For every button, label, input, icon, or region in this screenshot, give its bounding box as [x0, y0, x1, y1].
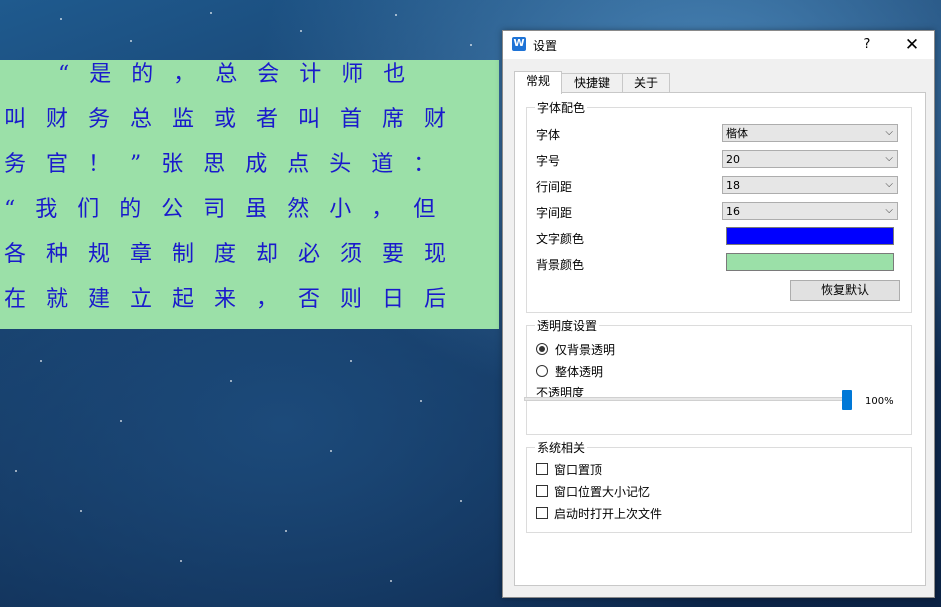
- reader-line: “是的，总会计师也: [4, 62, 426, 87]
- stay-on-top-label[interactable]: 窗口置顶: [554, 461, 602, 478]
- tab-general[interactable]: 常规: [514, 71, 562, 94]
- font-label: 字体: [536, 128, 561, 142]
- tab-shortcuts[interactable]: 快捷键: [561, 73, 623, 93]
- line-spacing-value: 18: [726, 179, 740, 192]
- open-last-file-label[interactable]: 启动时打开上次文件: [554, 505, 662, 522]
- opacity-slider-track[interactable]: [524, 397, 852, 401]
- size-select-value: 20: [726, 153, 740, 166]
- opacity-value: 100%: [865, 396, 894, 407]
- title-bar[interactable]: W 设置 ? ✕: [503, 31, 934, 59]
- radio-bg-only[interactable]: [536, 343, 548, 355]
- open-last-file-checkbox[interactable]: [536, 507, 548, 519]
- bg-color-label: 背景颜色: [536, 258, 585, 272]
- reset-default-button[interactable]: 恢复默认: [790, 280, 900, 301]
- chevron-down-icon: ⌵: [885, 127, 893, 138]
- help-button[interactable]: ?: [853, 34, 881, 56]
- reader-line: 各种规章制度却必须要现: [4, 242, 467, 267]
- font-select[interactable]: 楷体 ⌵: [722, 124, 898, 142]
- dialog-title: 设置: [533, 39, 558, 53]
- char-spacing-label: 字间距: [536, 206, 573, 220]
- reader-text-panel[interactable]: “是的，总会计师也 叫财务总监或者叫首席财 务官！”张思成点头道： “我们的公司…: [0, 60, 499, 329]
- opacity-slider-thumb[interactable]: [842, 390, 852, 410]
- transparency-group: 透明度设置 仅背景透明 整体透明 不透明度: [526, 317, 912, 435]
- font-color-group: 字体配色 字体 楷体 ⌵ 字号 20 ⌵ 行间距 18 ⌵ 字间距 16 ⌵ 文…: [526, 99, 912, 313]
- remember-geometry-label[interactable]: 窗口位置大小记忆: [554, 483, 650, 500]
- size-select[interactable]: 20 ⌵: [722, 150, 898, 168]
- reader-line: 务官！”张思成点头道：: [4, 152, 456, 177]
- tab-about[interactable]: 关于: [622, 73, 670, 93]
- char-spacing-value: 16: [726, 205, 740, 218]
- close-button[interactable]: ✕: [898, 34, 926, 56]
- size-label: 字号: [536, 154, 561, 168]
- char-spacing-select[interactable]: 16 ⌵: [722, 202, 898, 220]
- line-spacing-select[interactable]: 18 ⌵: [722, 176, 898, 194]
- group-title: 透明度设置: [535, 317, 600, 334]
- group-title: 字体配色: [535, 99, 588, 116]
- radio-whole-label[interactable]: 整体透明: [555, 363, 603, 380]
- font-select-value: 楷体: [726, 127, 748, 140]
- radio-bg-only-label[interactable]: 仅背景透明: [555, 341, 615, 358]
- chevron-down-icon: ⌵: [885, 153, 893, 164]
- remember-geometry-checkbox[interactable]: [536, 485, 548, 497]
- settings-dialog: W 设置 ? ✕ 常规 快捷键 关于 字体配色 字体 楷体 ⌵ 字号 20 ⌵ …: [502, 30, 935, 598]
- reader-line: 在就建立起来，否则日后: [4, 287, 467, 312]
- chevron-down-icon: ⌵: [885, 179, 893, 190]
- text-color-swatch[interactable]: [726, 227, 894, 245]
- reader-line: 叫财务总监或者叫首席财: [4, 107, 467, 132]
- line-spacing-label: 行间距: [536, 180, 573, 194]
- group-title: 系统相关: [535, 439, 588, 456]
- reader-line: “我们的公司虽然小，但: [4, 197, 456, 222]
- stay-on-top-checkbox[interactable]: [536, 463, 548, 475]
- radio-whole[interactable]: [536, 365, 548, 377]
- general-tab-panel: 字体配色 字体 楷体 ⌵ 字号 20 ⌵ 行间距 18 ⌵ 字间距 16 ⌵ 文…: [514, 92, 926, 586]
- bg-color-swatch[interactable]: [726, 253, 894, 271]
- chevron-down-icon: ⌵: [885, 205, 893, 216]
- app-logo-icon: W: [512, 37, 526, 51]
- text-color-label: 文字颜色: [536, 232, 585, 246]
- system-group: 系统相关 窗口置顶 窗口位置大小记忆 启动时打开上次文件: [526, 439, 912, 533]
